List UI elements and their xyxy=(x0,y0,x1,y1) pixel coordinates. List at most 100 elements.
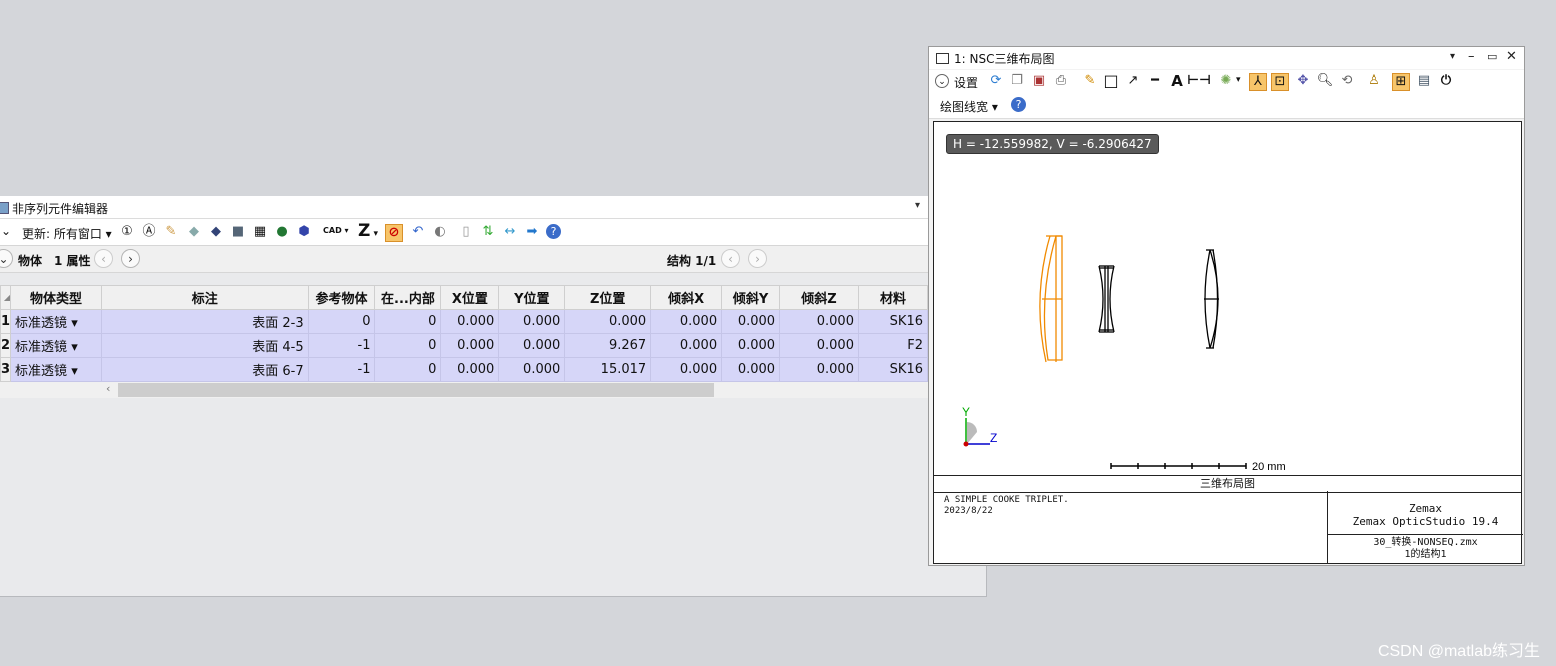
tilt-x-cell[interactable]: 0.000 xyxy=(650,309,723,334)
table-row[interactable]: 2 标准透镜 ▾ 表面 4-5 -1 0 0.000 0.000 9.267 0… xyxy=(0,333,929,358)
x-position-cell[interactable]: 0.000 xyxy=(440,309,500,334)
ref-object-cell[interactable]: -1 xyxy=(308,357,376,382)
layout-plot-area[interactable]: H = -12.559982, V = -6.2906427 Y Z 20 mm… xyxy=(933,121,1523,564)
update-dropdown[interactable]: 更新: 所有窗口 ▾ xyxy=(22,225,112,242)
z-position-cell[interactable]: 15.017 xyxy=(564,357,652,382)
help-icon[interactable]: ? xyxy=(1011,97,1026,112)
object-type-cell[interactable]: 标准透镜 ▾ xyxy=(10,357,102,382)
help-icon[interactable]: ? xyxy=(546,224,561,239)
right-arrow-icon[interactable]: ➡ xyxy=(524,224,540,240)
shrink-icon[interactable]: ↔ xyxy=(502,224,518,240)
comment-cell[interactable]: 表面 4-5 xyxy=(101,333,309,358)
dots-icon[interactable]: ● xyxy=(274,224,290,240)
rotate-dropdown-icon[interactable]: ▾ xyxy=(1236,75,1241,85)
page-icon[interactable]: ▯ xyxy=(458,224,474,240)
save-icon[interactable]: ▣ xyxy=(1031,73,1047,89)
object-tab[interactable]: 物体 xyxy=(18,252,42,269)
undo-icon[interactable]: ↶ xyxy=(410,224,426,240)
reset-zoom-icon[interactable]: ⟲ xyxy=(1339,73,1355,89)
tilt-z-cell[interactable]: 0.000 xyxy=(779,357,859,382)
object-type-cell[interactable]: 标准透镜 ▾ xyxy=(10,309,102,334)
inside-cell[interactable]: 0 xyxy=(374,333,442,358)
z-dropdown[interactable]: Z ▾ xyxy=(358,221,378,241)
tilt-y-cell[interactable]: 0.000 xyxy=(721,357,781,382)
column-header[interactable]: Z位置 xyxy=(564,285,652,310)
scroll-left-icon[interactable]: ‹ xyxy=(106,382,110,395)
z-position-cell[interactable]: 0.000 xyxy=(564,309,652,334)
prev-config-icon[interactable]: ‹ xyxy=(721,249,740,268)
cube-icon[interactable]: ■ xyxy=(230,224,246,240)
line-icon[interactable]: ━ xyxy=(1147,73,1163,89)
nsc-title-bar[interactable]: 1: NSC三维布局图 ▾ – ▭ ✕ xyxy=(929,47,1524,69)
linewidth-dropdown[interactable]: 绘图线宽 ▾ xyxy=(940,98,998,115)
x-position-cell[interactable]: 0.000 xyxy=(440,357,500,382)
inside-cell[interactable]: 0 xyxy=(374,357,442,382)
print-icon[interactable]: ⎙ xyxy=(1053,73,1069,89)
toggle-icon[interactable]: ◐ xyxy=(432,224,448,240)
row-number[interactable]: 2 xyxy=(0,333,12,358)
grid-icon[interactable]: ▦ xyxy=(252,224,268,240)
table-row[interactable]: 3 标准透镜 ▾ 表面 6-7 -1 0 0.000 0.000 15.017 … xyxy=(0,357,929,382)
tilt-y-cell[interactable]: 0.000 xyxy=(721,309,781,334)
rotate-view-icon[interactable]: ✺ xyxy=(1218,73,1234,89)
minimize-icon[interactable]: – xyxy=(1468,49,1475,64)
column-header[interactable]: 在...内部 xyxy=(374,285,442,310)
dimension-icon[interactable]: ⊢⊣ xyxy=(1187,73,1211,89)
ref-object-cell[interactable]: -1 xyxy=(308,333,376,358)
window-menu-icon[interactable]: ▾ xyxy=(1450,51,1455,62)
ignore-icon[interactable]: ⊘ xyxy=(385,224,403,242)
inside-cell[interactable]: 0 xyxy=(374,309,442,334)
maximize-icon[interactable]: ▭ xyxy=(1487,50,1497,63)
axes-view-icon[interactable]: ⅄ xyxy=(1249,73,1267,91)
y-position-cell[interactable]: 0.000 xyxy=(498,333,566,358)
copy-icon[interactable]: ❐ xyxy=(1009,73,1025,89)
expand-icon[interactable]: ⌄ xyxy=(0,249,13,268)
object-type-cell[interactable]: 标准透镜 ▾ xyxy=(10,333,102,358)
cad-dropdown[interactable]: CAD ▾ xyxy=(323,226,349,235)
column-header[interactable]: X位置 xyxy=(440,285,500,310)
close-icon[interactable]: ✕ xyxy=(1506,49,1517,64)
update-one-icon[interactable]: ① xyxy=(119,224,135,240)
column-header[interactable]: 物体类型 xyxy=(10,285,102,310)
window-list-icon[interactable]: ▤ xyxy=(1416,73,1432,89)
lamp-icon[interactable]: ♙ xyxy=(1366,73,1382,89)
comment-cell[interactable]: 表面 2-3 xyxy=(101,309,309,334)
material-cell[interactable]: SK16 xyxy=(858,309,929,334)
pan-icon[interactable]: ✥ xyxy=(1295,73,1311,89)
solid-icon[interactable]: ◆ xyxy=(208,224,224,240)
next-object-icon[interactable]: › xyxy=(121,249,140,268)
tilt-z-cell[interactable]: 0.000 xyxy=(779,309,859,334)
table-row[interactable]: 1 标准透镜 ▾ 表面 2-3 0 0 0.000 0.000 0.000 0.… xyxy=(0,309,929,334)
column-header[interactable]: 材料 xyxy=(857,285,929,310)
column-header[interactable]: 倾斜X xyxy=(650,285,723,310)
material-cell[interactable]: F2 xyxy=(858,333,929,358)
zoom-icon[interactable]: 🔍︎ xyxy=(1317,73,1334,89)
hexagon-icon[interactable]: ⬢ xyxy=(296,224,312,240)
column-header[interactable]: Y位置 xyxy=(498,285,566,310)
row-number[interactable]: 3 xyxy=(0,357,12,382)
object-icon[interactable]: ◆ xyxy=(186,224,202,240)
arrow-icon[interactable]: ↗ xyxy=(1125,73,1141,89)
horizontal-scrollbar[interactable]: ‹ xyxy=(0,382,928,398)
scrollbar-thumb[interactable] xyxy=(118,383,714,397)
tilt-x-cell[interactable]: 0.000 xyxy=(650,357,723,382)
text-icon[interactable]: A xyxy=(1169,73,1185,89)
x-position-cell[interactable]: 0.000 xyxy=(440,333,500,358)
rectangle-icon[interactable]: □ xyxy=(1103,73,1119,89)
row-number[interactable]: 1 xyxy=(0,309,12,334)
next-config-icon[interactable]: › xyxy=(748,249,767,268)
update-all-icon[interactable]: Ⓐ xyxy=(141,224,157,240)
y-position-cell[interactable]: 0.000 xyxy=(498,309,566,334)
window-menu-dropdown-icon[interactable]: ▾ xyxy=(915,200,920,211)
settings-button[interactable]: 设置 xyxy=(954,74,978,91)
column-header[interactable]: 倾斜Z xyxy=(779,285,859,310)
refresh-icon[interactable]: ⟳ xyxy=(988,73,1004,89)
zoom-window-icon[interactable]: ⊡ xyxy=(1271,73,1289,91)
nce-title-bar[interactable]: 非序列元件编辑器 ▾ xyxy=(0,196,928,219)
tilt-z-cell[interactable]: 0.000 xyxy=(779,333,859,358)
ref-object-cell[interactable]: 0 xyxy=(308,309,376,334)
auto-update-icon[interactable]: ⏻ xyxy=(1438,73,1454,89)
pencil-icon[interactable]: ✎ xyxy=(1082,73,1098,89)
settings-expand-icon[interactable]: ⌄ xyxy=(935,74,949,88)
tilt-x-cell[interactable]: 0.000 xyxy=(650,333,723,358)
